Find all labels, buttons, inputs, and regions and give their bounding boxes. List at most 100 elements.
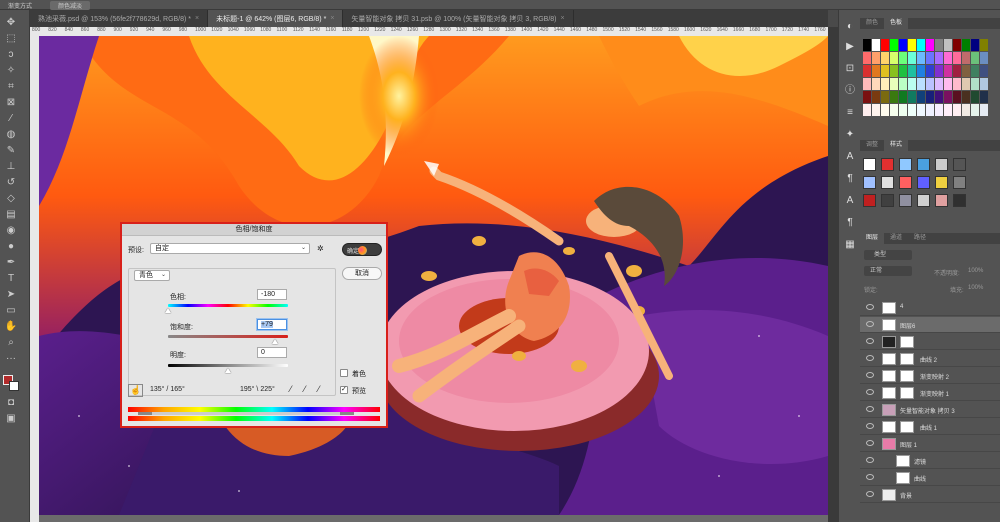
close-icon[interactable]: × (195, 15, 199, 22)
color-swatch[interactable] (980, 39, 988, 51)
move-tool-icon[interactable]: ✥ (4, 16, 18, 30)
color-swatch[interactable] (863, 65, 871, 77)
color-swatch[interactable] (881, 65, 889, 77)
history-brush-icon[interactable]: ↺ (4, 176, 18, 190)
crop-tool-icon[interactable]: ⌗ (4, 80, 18, 94)
tab-paths[interactable]: 路径 (908, 233, 932, 244)
path-select-icon[interactable]: ➤ (4, 288, 18, 302)
color-swatch[interactable] (890, 65, 898, 77)
color-swatch[interactable] (872, 52, 880, 64)
cancel-button[interactable]: 取消 (342, 267, 382, 280)
eyedropper-icon[interactable]: ⁄ (4, 112, 18, 126)
styles-grid[interactable] (863, 158, 973, 218)
layer-row[interactable]: 4 (860, 300, 1000, 316)
layer-row[interactable]: 渐变映射 2 (860, 368, 1000, 384)
color-swatch[interactable] (953, 78, 961, 90)
eye-icon[interactable] (866, 423, 874, 429)
color-swatch[interactable] (899, 91, 907, 103)
lightness-slider-track[interactable] (168, 364, 288, 367)
blend-mode-dropdown[interactable]: 正常 (864, 266, 912, 276)
style-preset[interactable] (917, 158, 930, 171)
tab-document-2[interactable]: 未标题-1 @ 642% (图层6, RGB/8) * × (208, 10, 344, 27)
color-swatch[interactable] (944, 65, 952, 77)
color-swatch[interactable] (908, 104, 916, 116)
color-swatch[interactable] (863, 52, 871, 64)
eye-icon[interactable] (866, 372, 874, 378)
color-swatch[interactable] (908, 39, 916, 51)
color-swatch[interactable] (944, 52, 952, 64)
color-swatch[interactable] (953, 91, 961, 103)
paragraph-styles-icon[interactable]: ¶ (843, 216, 857, 230)
layer-row[interactable]: 图层6 (860, 317, 1000, 333)
color-swatch[interactable] (872, 104, 880, 116)
color-swatch[interactable] (926, 65, 934, 77)
layer-row[interactable]: 图层 1 (860, 436, 1000, 452)
eye-icon[interactable] (866, 457, 874, 463)
color-swatch[interactable] (890, 91, 898, 103)
shape-tool-icon[interactable]: ▭ (4, 304, 18, 318)
color-swatch[interactable] (926, 39, 934, 51)
type-tool-icon[interactable]: T (4, 272, 18, 286)
color-swatch[interactable] (944, 39, 952, 51)
tab-channels[interactable]: 通道 (884, 233, 908, 244)
color-swatch[interactable] (917, 91, 925, 103)
style-preset[interactable] (935, 176, 948, 189)
clone-source-icon[interactable]: ✦ (843, 128, 857, 142)
color-swatch[interactable] (971, 65, 979, 77)
layer-row[interactable]: 矢量智能对象 拷贝 3 (860, 402, 1000, 418)
style-preset[interactable] (953, 194, 966, 207)
color-swatch[interactable] (863, 104, 871, 116)
saturation-slider-thumb[interactable] (272, 339, 278, 344)
dodge-tool-icon[interactable]: ● (4, 240, 18, 254)
color-swatch[interactable] (881, 104, 889, 116)
history-icon[interactable]: ◐ (843, 20, 857, 34)
color-swatch[interactable] (881, 52, 889, 64)
color-swatch[interactable] (917, 65, 925, 77)
style-preset[interactable] (935, 194, 948, 207)
style-preset[interactable] (863, 194, 876, 207)
color-swatch[interactable] (872, 65, 880, 77)
pen-tool-icon[interactable]: ✒ (4, 256, 18, 270)
color-swatch[interactable] (935, 39, 943, 51)
lightness-input[interactable]: 0 (257, 347, 287, 358)
color-swatch[interactable] (953, 104, 961, 116)
color-swatch[interactable] (890, 52, 898, 64)
color-swatch[interactable] (980, 91, 988, 103)
color-swatch[interactable] (917, 39, 925, 51)
close-icon[interactable]: × (330, 15, 334, 22)
color-swatch[interactable] (926, 52, 934, 64)
layer-row[interactable] (860, 334, 1000, 350)
gear-icon[interactable]: ✲ (317, 244, 324, 253)
stamp-tool-icon[interactable]: ⊥ (4, 160, 18, 174)
eye-icon[interactable] (866, 440, 874, 446)
hue-input[interactable]: -180 (257, 289, 287, 300)
brush-tool-icon[interactable]: ✎ (4, 144, 18, 158)
color-swatch[interactable] (872, 78, 880, 90)
color-swatch[interactable] (917, 52, 925, 64)
color-swatch[interactable] (899, 52, 907, 64)
color-swatch[interactable] (962, 65, 970, 77)
eyedropper-subtract-icon[interactable]: ⁄ (318, 384, 320, 394)
lightness-slider-thumb[interactable] (225, 368, 231, 373)
style-preset[interactable] (863, 176, 876, 189)
eye-icon[interactable] (866, 355, 874, 361)
more-tools-icon[interactable]: ··· (4, 352, 18, 366)
zoom-tool-icon[interactable]: ⌕ (4, 336, 18, 350)
color-swatch[interactable] (890, 39, 898, 51)
saturation-slider-track[interactable] (168, 335, 288, 338)
style-preset[interactable] (899, 176, 912, 189)
color-swatch[interactable] (962, 91, 970, 103)
color-swatch[interactable] (980, 78, 988, 90)
layer-row[interactable]: 曲线 2 (860, 351, 1000, 367)
color-swatch[interactable] (899, 39, 907, 51)
color-swatch[interactable] (953, 65, 961, 77)
color-swatch[interactable] (935, 104, 943, 116)
style-preset[interactable] (917, 176, 930, 189)
actions-icon[interactable]: ▶ (843, 40, 857, 54)
hand-tool-icon[interactable]: ✋ (4, 320, 18, 334)
tab-layers[interactable]: 图层 (860, 233, 885, 244)
color-swatch[interactable] (863, 78, 871, 90)
color-swatch[interactable] (971, 52, 979, 64)
eye-icon[interactable] (866, 491, 874, 497)
color-swatch[interactable] (935, 91, 943, 103)
